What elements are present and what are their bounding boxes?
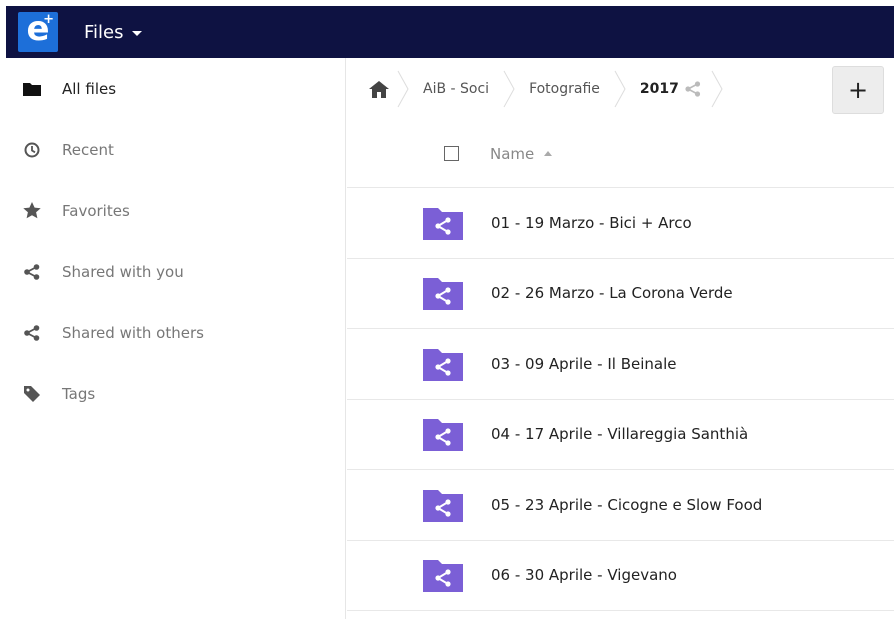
- breadcrumb-separator: [614, 70, 626, 108]
- plus-icon: +: [847, 76, 869, 104]
- app-logo[interactable]: e +: [18, 12, 58, 52]
- share-icon: [22, 262, 42, 282]
- breadcrumb-item-2017[interactable]: 2017: [626, 64, 685, 114]
- breadcrumb-separator: [711, 70, 723, 108]
- file-name: 03 - 09 Aprile - Il Beinale: [491, 354, 677, 373]
- file-name: 06 - 30 Aprile - Vigevano: [491, 566, 677, 585]
- file-name: 02 - 26 Marzo - La Corona Verde: [491, 284, 733, 303]
- share-icon: [685, 81, 701, 97]
- share-folder-button[interactable]: [685, 81, 711, 97]
- breadcrumb-home[interactable]: [369, 64, 397, 114]
- shared-folder-icon: [423, 560, 463, 593]
- sidebar-item-all-files[interactable]: All files: [0, 58, 345, 119]
- shared-folder-icon: [423, 207, 463, 240]
- shared-folder-icon: [423, 489, 463, 522]
- breadcrumb-label: 2017: [639, 81, 679, 97]
- sidebar-item-favorites[interactable]: Favorites: [0, 180, 345, 241]
- sidebar-item-shared-with-others[interactable]: Shared with others: [0, 302, 345, 363]
- breadcrumb-item-fotografie[interactable]: Fotografie: [515, 64, 614, 114]
- column-name-label: Name: [490, 144, 535, 163]
- sidebar-item-recent[interactable]: Recent: [0, 119, 345, 180]
- sort-by-name-button[interactable]: Name: [490, 144, 553, 163]
- file-row[interactable]: 02 - 26 Marzo - La Corona Verde: [347, 259, 894, 329]
- file-name: 04 - 17 Aprile - Villareggia Santhià: [491, 425, 749, 444]
- shared-folder-icon: [423, 419, 463, 452]
- sidebar-item-tags[interactable]: Tags: [0, 363, 345, 424]
- file-list: 01 - 19 Marzo - Bici + Arco 02 - 26 Marzo…: [347, 188, 894, 611]
- home-icon: [369, 80, 389, 98]
- breadcrumb-label: Fotografie: [529, 81, 600, 97]
- file-row[interactable]: 06 - 30 Aprile - Vigevano: [347, 541, 894, 611]
- sidebar-item-label: Shared with you: [62, 262, 184, 281]
- app-menu-button[interactable]: Files: [84, 22, 142, 43]
- app-name-label: Files: [84, 21, 124, 43]
- shared-folder-icon: [423, 278, 463, 311]
- breadcrumb-separator: [503, 70, 515, 108]
- folder-icon: [22, 79, 42, 99]
- main-content: AiB - Soci Fotografie 2017 + Name 01 - 1…: [347, 58, 894, 619]
- file-row[interactable]: 01 - 19 Marzo - Bici + Arco: [347, 188, 894, 259]
- new-item-button[interactable]: +: [832, 66, 884, 114]
- top-header: e + Files: [6, 6, 894, 58]
- clock-icon: [22, 140, 42, 160]
- sidebar: All files Recent Favorites Shared with y…: [0, 58, 346, 619]
- shared-folder-icon: [423, 348, 463, 381]
- sidebar-item-label: Favorites: [62, 201, 130, 220]
- tag-icon: [22, 384, 42, 404]
- breadcrumb-item-aib-soci[interactable]: AiB - Soci: [409, 64, 503, 114]
- breadcrumb-label: AiB - Soci: [423, 81, 490, 97]
- file-row[interactable]: 03 - 09 Aprile - Il Beinale: [347, 329, 894, 400]
- breadcrumb-separator: [397, 70, 409, 108]
- sidebar-item-shared-with-you[interactable]: Shared with you: [0, 241, 345, 302]
- sidebar-item-label: All files: [62, 79, 117, 98]
- sort-ascending-icon: [544, 151, 553, 156]
- select-all-checkbox[interactable]: [444, 146, 459, 161]
- caret-down-icon: [131, 30, 142, 36]
- file-name: 05 - 23 Aprile - Cicogne e Slow Food: [491, 495, 763, 514]
- sidebar-item-label: Recent: [62, 140, 114, 159]
- sidebar-item-label: Tags: [62, 384, 96, 403]
- sidebar-item-label: Shared with others: [62, 323, 204, 342]
- file-list-header: Name: [347, 120, 894, 188]
- file-name: 01 - 19 Marzo - Bici + Arco: [491, 213, 692, 232]
- file-row[interactable]: 04 - 17 Aprile - Villareggia Santhià: [347, 400, 894, 470]
- logo-plus-glyph: +: [43, 12, 54, 27]
- file-row[interactable]: 05 - 23 Aprile - Cicogne e Slow Food: [347, 470, 894, 541]
- share-icon: [22, 323, 42, 343]
- breadcrumb: AiB - Soci Fotografie 2017 +: [347, 58, 894, 120]
- star-icon: [22, 201, 42, 221]
